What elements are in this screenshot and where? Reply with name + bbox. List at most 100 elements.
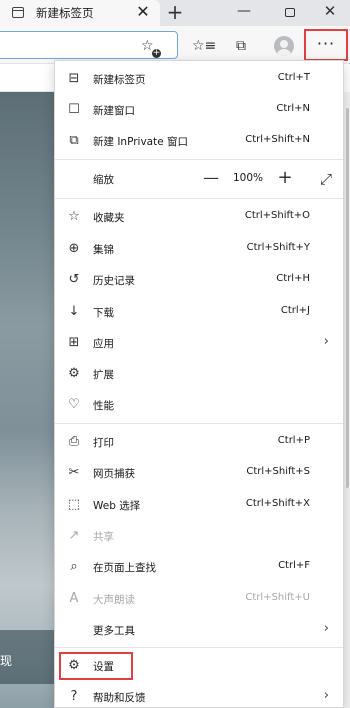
menu-share: ↗ 共享 xyxy=(55,521,343,551)
fullscreen-icon[interactable]: ⤢ xyxy=(315,168,337,190)
menu-label: 扩展 xyxy=(93,369,114,381)
menu-shortcut: Ctrl+P xyxy=(277,435,310,446)
tab-close-icon[interactable]: ✕ xyxy=(134,3,152,21)
menu-shortcut: Ctrl+Shift+S xyxy=(246,466,310,477)
menu-label: 新建标签页 xyxy=(93,74,146,86)
menu-label: 集锦 xyxy=(93,244,114,256)
menu-shortcut: Ctrl+Shift+O xyxy=(244,210,310,221)
menu-shortcut: Ctrl+Shift+X xyxy=(245,498,310,509)
menu-separator xyxy=(55,198,343,199)
menu-label: 打印 xyxy=(93,437,114,449)
history-icon: ↺ xyxy=(68,272,80,287)
chevron-right-icon: › xyxy=(323,688,329,703)
browser-toolbar: ☆ ☆≡ ⧉ ··· xyxy=(0,26,350,64)
favorites-icon: ☆ xyxy=(68,209,80,224)
menu-label: 缩放 xyxy=(93,174,114,186)
share-icon: ↗ xyxy=(68,528,80,543)
tab-title: 新建标签页 xyxy=(36,6,94,20)
menu-label: 在页面上查找 xyxy=(93,562,156,574)
collections-icon: ⊕ xyxy=(68,241,80,256)
scrollbar-thumb[interactable] xyxy=(346,108,349,488)
menu-downloads[interactable]: ↓ 下载 Ctrl+J xyxy=(55,297,343,327)
title-bar: 新建标签页 ✕ + — ✕ xyxy=(0,0,350,26)
menu-new-tab[interactable]: ⊟ 新建标签页 Ctrl+T xyxy=(55,64,343,94)
menu-collections[interactable]: ⊕ 集锦 Ctrl+Shift+Y xyxy=(55,234,343,264)
performance-icon: ♡ xyxy=(68,397,80,412)
menu-shortcut: Ctrl+F xyxy=(278,560,310,571)
close-window-button[interactable]: ✕ xyxy=(310,0,350,26)
menu-find-on-page[interactable]: ⌕ 在页面上查找 Ctrl+F xyxy=(55,552,343,582)
menu-label: 新建 InPrivate 窗口 xyxy=(93,136,189,148)
menu-label: 帮助和反馈 xyxy=(93,692,146,704)
favorites-icon[interactable]: ☆≡ xyxy=(192,35,216,57)
menu-history[interactable]: ↺ 历史记录 Ctrl+H xyxy=(55,265,343,295)
background-image xyxy=(0,92,56,708)
web-capture-icon: ✂ xyxy=(68,465,80,480)
extensions-icon: ⚙ xyxy=(68,366,80,381)
menu-shortcut: Ctrl+T xyxy=(277,72,310,83)
new-tab-page-icon xyxy=(12,7,24,18)
zoom-in-button[interactable]: + xyxy=(275,167,295,189)
menu-label: 历史记录 xyxy=(93,275,135,287)
help-icon: ? xyxy=(70,689,78,704)
maximize-icon xyxy=(285,8,295,17)
menu-label: 新建窗口 xyxy=(93,105,135,117)
page-top-strip xyxy=(0,64,56,92)
zoom-level: 100% xyxy=(233,172,264,184)
menu-shortcut: Ctrl+J xyxy=(280,305,310,316)
menu-label: 大声朗读 xyxy=(93,594,135,606)
inprivate-icon: ⧉ xyxy=(69,133,79,148)
collections-icon[interactable]: ⧉ xyxy=(230,35,252,57)
settings-and-more-button[interactable]: ··· xyxy=(304,29,348,61)
profile-avatar-icon xyxy=(274,36,294,56)
menu-print[interactable]: ⎙ 打印 Ctrl+P xyxy=(55,427,343,457)
chevron-right-icon: › xyxy=(323,334,329,349)
address-bar[interactable]: ☆ xyxy=(0,31,178,59)
menu-shortcut: Ctrl+Shift+U xyxy=(245,592,310,603)
menu-apps[interactable]: ⊞ 应用 › xyxy=(55,328,343,358)
apps-icon: ⊞ xyxy=(68,335,80,350)
chevron-right-icon: › xyxy=(323,621,329,636)
gear-icon: ⚙ xyxy=(68,658,80,673)
zoom-out-button[interactable]: — xyxy=(201,168,221,188)
menu-more-tools[interactable]: 更多工具 › xyxy=(55,615,343,645)
menu-label: 应用 xyxy=(93,338,114,350)
menu-separator xyxy=(55,159,343,160)
menu-read-aloud: A 大声朗读 Ctrl+Shift+U xyxy=(55,584,343,614)
profile-button[interactable] xyxy=(273,35,295,57)
menu-shortcut: Ctrl+Shift+N xyxy=(245,134,310,145)
menu-label: 网页捕获 xyxy=(93,468,135,480)
active-tab[interactable]: 新建标签页 ✕ xyxy=(0,0,160,26)
maximize-button[interactable] xyxy=(270,0,310,26)
menu-shortcut: Ctrl+Shift+Y xyxy=(246,242,310,253)
menu-zoom: 缩放 — 100% + ⤢ xyxy=(55,164,343,194)
read-aloud-icon: A xyxy=(69,591,79,606)
new-window-icon: ☐ xyxy=(68,102,80,117)
menu-new-window[interactable]: ☐ 新建窗口 Ctrl+N xyxy=(55,95,343,125)
add-favorite-icon[interactable]: ☆ xyxy=(141,38,161,58)
menu-favorites[interactable]: ☆ 收藏夹 Ctrl+Shift+O xyxy=(55,202,343,232)
menu-label: Web 选择 xyxy=(93,500,141,512)
new-tab-icon: ⊟ xyxy=(68,71,80,86)
menu-extensions[interactable]: ⚙ 扩展 xyxy=(55,359,343,389)
menu-label: 更多工具 xyxy=(93,625,135,637)
menu-label: 性能 xyxy=(93,400,114,412)
menu-web-capture[interactable]: ✂ 网页捕获 Ctrl+Shift+S xyxy=(55,458,343,488)
menu-label: 共享 xyxy=(93,531,114,543)
download-icon: ↓ xyxy=(68,304,80,319)
web-select-icon: ⬚ xyxy=(67,497,81,512)
settings-and-more-menu: ⊟ 新建标签页 Ctrl+T ☐ 新建窗口 Ctrl+N ⧉ 新建 InPriv… xyxy=(54,60,344,708)
menu-shortcut: Ctrl+N xyxy=(276,103,310,114)
new-tab-button[interactable]: + xyxy=(164,2,186,24)
print-icon: ⎙ xyxy=(68,434,80,449)
menu-web-select[interactable]: ⬚ Web 选择 Ctrl+Shift+X xyxy=(55,490,343,520)
menu-new-inprivate[interactable]: ⧉ 新建 InPrivate 窗口 Ctrl+Shift+N xyxy=(55,126,343,156)
menu-shortcut: Ctrl+H xyxy=(276,273,310,284)
bottom-text-fragment: 现 xyxy=(0,654,13,668)
menu-separator xyxy=(55,423,343,424)
menu-performance[interactable]: ♡ 性能 xyxy=(55,390,343,420)
menu-label: 收藏夹 xyxy=(93,212,125,224)
menu-settings[interactable]: ⚙ 设置 xyxy=(55,651,343,681)
minimize-button[interactable]: — xyxy=(224,0,264,26)
menu-help-feedback[interactable]: ? 帮助和反馈 › xyxy=(55,682,343,708)
